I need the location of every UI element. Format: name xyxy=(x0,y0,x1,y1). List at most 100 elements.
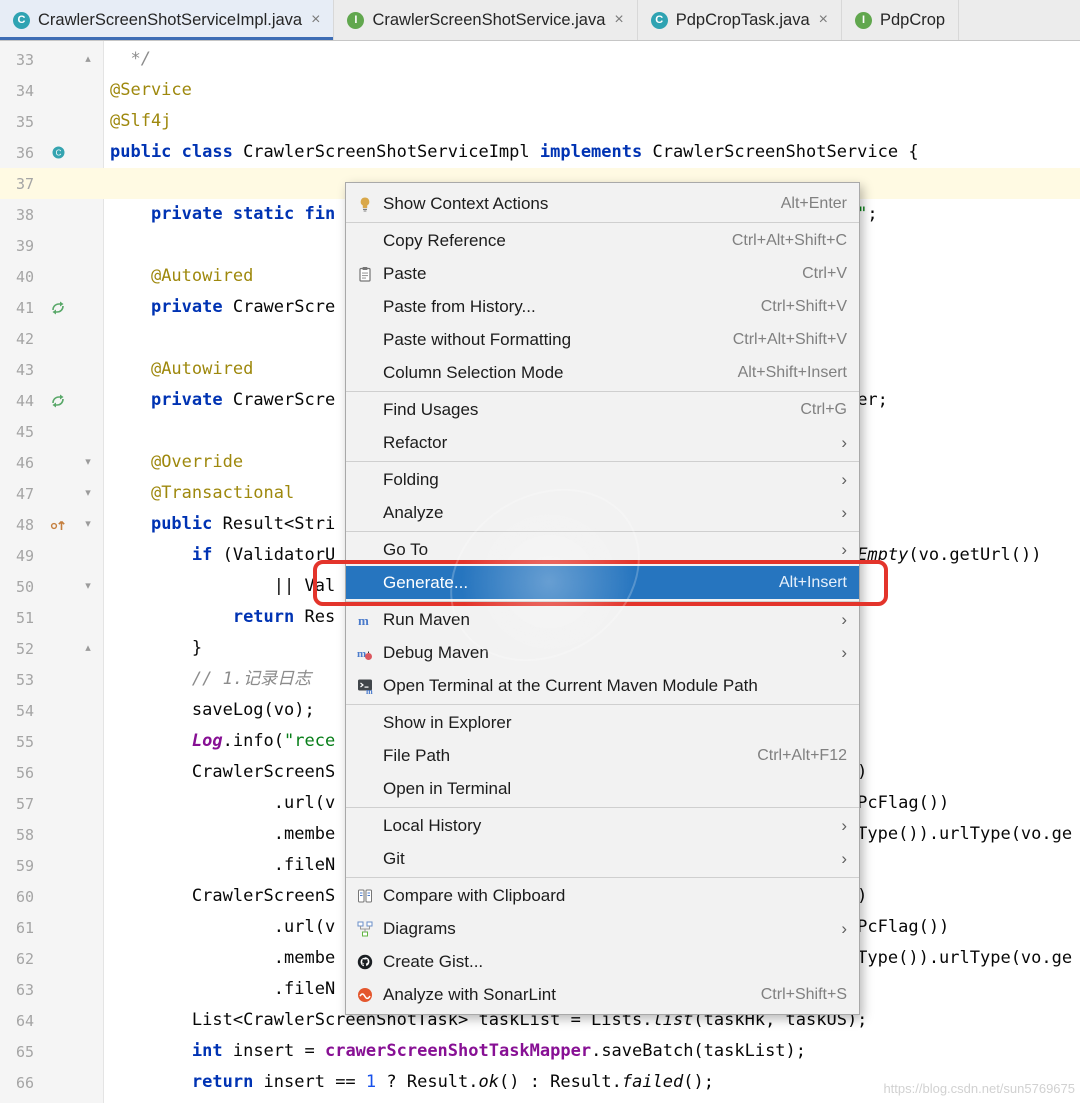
overriding-method-icon[interactable] xyxy=(40,518,76,532)
editor-tab-bar: C CrawlerScreenShotServiceImpl.java × I … xyxy=(0,0,1080,41)
code-text[interactable] xyxy=(104,323,110,354)
menu-item-shortcut: Ctrl+Alt+F12 xyxy=(757,746,847,764)
code-text[interactable]: return insert == 1 ? Result.ok() : Resul… xyxy=(104,1067,714,1098)
line-number: 37 xyxy=(16,174,35,193)
fold-marker-icon[interactable]: ▴ xyxy=(76,44,100,75)
code-text[interactable]: @Override xyxy=(104,447,243,478)
svg-text:C: C xyxy=(55,149,61,158)
menu-item-file-path[interactable]: File Path Ctrl+Alt+F12 xyxy=(346,739,859,772)
line-number: 58 xyxy=(16,825,35,844)
menu-item-analyze[interactable]: Analyze › xyxy=(346,496,859,529)
code-text[interactable]: Log.info("rece xyxy=(104,726,335,757)
code-text[interactable]: @Slf4j xyxy=(104,106,171,137)
menu-item-compare-with-clipboard[interactable]: Compare with Clipboard xyxy=(346,879,859,912)
menu-item-generate[interactable]: Generate... Alt+Insert xyxy=(346,566,859,599)
menu-icon-placeholder xyxy=(354,574,376,592)
menu-icon-placeholder xyxy=(354,401,376,419)
menu-item-show-in-explorer[interactable]: Show in Explorer xyxy=(346,706,859,739)
menu-item-find-usages[interactable]: Find Usages Ctrl+G xyxy=(346,393,859,426)
menu-item-refactor[interactable]: Refactor › xyxy=(346,426,859,459)
code-text[interactable]: saveLog(vo); xyxy=(104,695,315,726)
spring-bean-icon[interactable] xyxy=(40,394,76,408)
menu-item-open-in-terminal[interactable]: Open in Terminal xyxy=(346,772,859,805)
fold-marker-icon[interactable]: ▾ xyxy=(76,509,100,540)
menu-item-label: Generate... xyxy=(383,572,469,592)
menu-item-analyze-with-sonarlint[interactable]: Analyze with SonarLint Ctrl+Shift+S xyxy=(346,978,859,1011)
menu-item-shortcut: Alt+Enter xyxy=(780,194,847,212)
tab-pdpcrop-truncated[interactable]: I PdpCrop xyxy=(842,0,960,40)
code-text[interactable]: private CrawerScre xyxy=(104,292,335,323)
menu-item-open-terminal-at-the-current-maven-module-path[interactable]: m Open Terminal at the Current Maven Modu… xyxy=(346,669,859,702)
gutter: 56 xyxy=(0,757,104,788)
close-icon[interactable]: × xyxy=(614,11,623,29)
submenu-arrow-icon: › xyxy=(841,432,847,452)
menu-item-paste-without-formatting[interactable]: Paste without Formatting Ctrl+Alt+Shift+V xyxy=(346,323,859,356)
close-icon[interactable]: × xyxy=(311,11,320,29)
tab-label: CrawlerScreenShotServiceImpl.java xyxy=(38,10,303,29)
spring-bean-icon[interactable] xyxy=(40,301,76,315)
line-number: 63 xyxy=(16,980,35,999)
code-text[interactable] xyxy=(104,230,110,261)
code-text[interactable]: public class CrawlerScreenShotServiceImp… xyxy=(104,137,919,168)
menu-item-folding[interactable]: Folding › xyxy=(346,463,859,496)
line-number: 46 xyxy=(16,453,35,472)
class-icon[interactable]: C xyxy=(40,146,76,159)
code-text[interactable]: @Service xyxy=(104,75,192,106)
menu-item-create-gist[interactable]: Create Gist... xyxy=(346,945,859,978)
menu-item-paste-from-history[interactable]: Paste from History... Ctrl+Shift+V xyxy=(346,290,859,323)
svg-text:m: m xyxy=(357,648,366,660)
menu-item-paste[interactable]: Paste Ctrl+V xyxy=(346,257,859,290)
menu-item-shortcut: Ctrl+Shift+S xyxy=(760,985,847,1003)
code-text[interactable]: } xyxy=(104,633,202,664)
menu-item-diagrams[interactable]: Diagrams › xyxy=(346,912,859,945)
menu-item-label: Show Context Actions xyxy=(383,193,549,213)
code-text[interactable]: @Autowired xyxy=(104,261,253,292)
menu-item-label: Paste xyxy=(383,263,427,283)
fold-marker-icon[interactable]: ▾ xyxy=(76,478,100,509)
code-text[interactable]: .fileN xyxy=(104,850,335,881)
code-text[interactable]: public Result<Stri xyxy=(104,509,335,540)
gutter: 53 xyxy=(0,664,104,695)
close-icon[interactable]: × xyxy=(819,11,828,29)
menu-item-show-context-actions[interactable]: Show Context Actions Alt+Enter xyxy=(346,187,859,220)
gutter: 52 ▴ xyxy=(0,633,104,664)
code-text[interactable]: .fileN xyxy=(104,974,335,1005)
line-number: 42 xyxy=(16,329,35,348)
menu-item-shortcut: Alt+Shift+Insert xyxy=(737,363,847,381)
gutter: 37 xyxy=(0,168,104,199)
menu-icon-placeholder xyxy=(354,331,376,349)
menu-item-debug-maven[interactable]: m Debug Maven › xyxy=(346,636,859,669)
paste-icon xyxy=(354,265,376,283)
code-text[interactable]: */ xyxy=(104,44,150,75)
menu-item-label: File Path xyxy=(383,745,451,765)
svg-text:m: m xyxy=(358,613,369,628)
menu-icon-placeholder xyxy=(354,471,376,489)
menu-item-copy-reference[interactable]: Copy Reference Ctrl+Alt+Shift+C xyxy=(346,224,859,257)
menu-item-run-maven[interactable]: m Run Maven › xyxy=(346,603,859,636)
fold-marker-icon[interactable]: ▾ xyxy=(76,571,100,602)
code-text[interactable]: || Val xyxy=(104,571,335,602)
line-number: 33 xyxy=(16,50,35,69)
tab-crawlerscreenshotserviceimpl-java[interactable]: C CrawlerScreenShotServiceImpl.java × xyxy=(0,0,335,40)
menu-item-local-history[interactable]: Local History › xyxy=(346,809,859,842)
diagrams-icon xyxy=(354,920,376,938)
code-text[interactable]: // 1.记录日志 xyxy=(104,664,311,695)
menu-item-label: Show in Explorer xyxy=(383,712,512,732)
menu-item-git[interactable]: Git › xyxy=(346,842,859,875)
fold-marker-icon[interactable]: ▾ xyxy=(76,447,100,478)
code-text[interactable] xyxy=(104,168,110,199)
fold-marker-icon[interactable]: ▴ xyxy=(76,633,100,664)
menu-item-column-selection-mode[interactable]: Column Selection Mode Alt+Shift+Insert xyxy=(346,356,859,389)
menu-item-go-to[interactable]: Go To › xyxy=(346,533,859,566)
gutter: 58 xyxy=(0,819,104,850)
line-number: 44 xyxy=(16,391,35,410)
menu-item-label: Find Usages xyxy=(383,399,479,419)
menu-item-label: Create Gist... xyxy=(383,951,484,971)
code-text[interactable] xyxy=(104,416,110,447)
tab-crawlerscreenshotservice-java[interactable]: I CrawlerScreenShotService.java × xyxy=(334,0,638,40)
code-text[interactable]: @Autowired xyxy=(104,354,253,385)
code-text[interactable]: int insert = crawerScreenShotTaskMapper.… xyxy=(104,1036,806,1067)
code-text[interactable]: @Transactional xyxy=(104,478,294,509)
tab-pdpcroptask-java[interactable]: C PdpCropTask.java × xyxy=(638,0,842,40)
code-text[interactable]: return Res xyxy=(104,602,335,633)
